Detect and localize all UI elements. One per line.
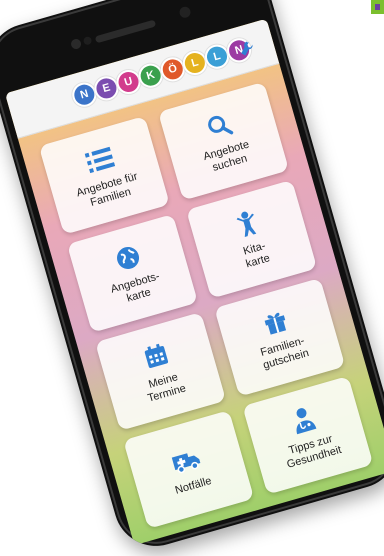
tile-angebotskarte[interactable]: Angebots- karte bbox=[66, 213, 198, 333]
tile-label: Angebote suchen bbox=[201, 138, 251, 174]
earpiece-speaker bbox=[94, 19, 157, 44]
menu-grid: Angebote für Familien Angebote suchen An… bbox=[38, 81, 376, 529]
tile-angebote-suchen[interactable]: Angebote suchen bbox=[157, 81, 290, 201]
child-icon bbox=[230, 206, 265, 241]
tile-tipps-gesundheit[interactable]: Tipps zur Gesundheit bbox=[242, 375, 374, 495]
wrench-icon bbox=[241, 41, 253, 56]
calendar-icon bbox=[139, 339, 174, 374]
corner-badge bbox=[371, 0, 384, 14]
smartphone-frame: NEUKÖLLN Angebote für Familien Angebote … bbox=[0, 0, 384, 556]
doctor-icon bbox=[286, 403, 321, 438]
list-icon bbox=[83, 143, 118, 178]
tile-kitakarte[interactable]: Kita- karte bbox=[186, 179, 318, 299]
ambulance-icon bbox=[169, 443, 204, 478]
settings-button[interactable] bbox=[233, 35, 260, 62]
tile-meine-termine[interactable]: Meine Termine bbox=[95, 312, 227, 431]
tile-label: Angebots- karte bbox=[109, 270, 161, 305]
search-icon bbox=[202, 108, 237, 143]
front-camera bbox=[69, 37, 83, 51]
app-screen: NEUKÖLLN Angebote für Familien Angebote … bbox=[4, 18, 384, 546]
proximity-sensor bbox=[82, 35, 93, 46]
tile-label: Kita- karte bbox=[241, 239, 272, 271]
tile-label: Familien- gutschein bbox=[259, 334, 311, 372]
tile-label: Tipps zur Gesundheit bbox=[285, 432, 343, 471]
front-sensor bbox=[178, 5, 192, 20]
tile-notfaelle[interactable]: Notfälle bbox=[123, 410, 255, 529]
tile-familiengutschein[interactable]: Familien- gutschein bbox=[214, 277, 346, 397]
gift-icon bbox=[258, 305, 293, 340]
tile-label: Meine Termine bbox=[146, 371, 188, 405]
tile-label: Angebote für Familien bbox=[75, 170, 140, 209]
globe-icon bbox=[111, 241, 146, 276]
tile-label: Notfälle bbox=[173, 474, 213, 497]
tile-angebote-familien[interactable]: Angebote für Familien bbox=[38, 115, 170, 235]
